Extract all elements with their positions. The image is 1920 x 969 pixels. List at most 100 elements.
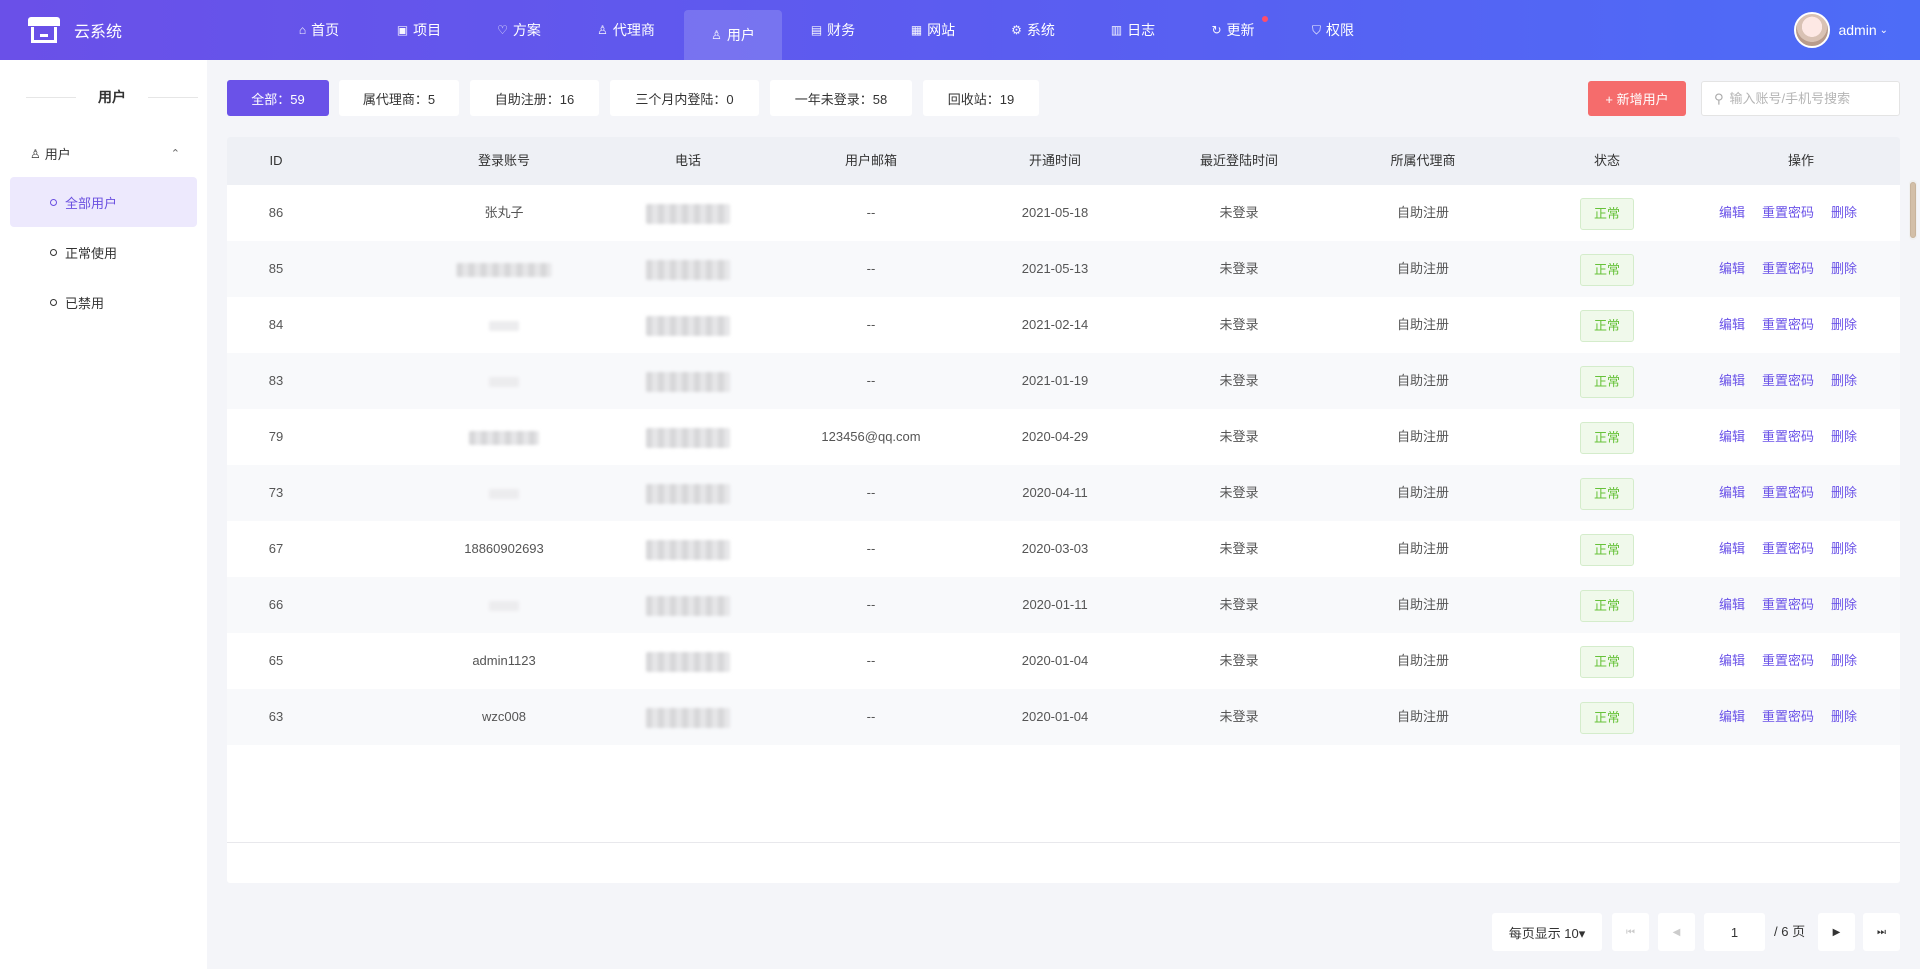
nav-item-logs[interactable]: ▥ 日志 (1084, 0, 1182, 60)
filter-tab-agent[interactable]: 属代理商：5 (339, 80, 459, 116)
sidebar-group-users[interactable]: ♙ 用户 ⌃ (30, 144, 180, 163)
nav-item-system[interactable]: ⚙ 系统 (984, 0, 1082, 60)
prev-page-button[interactable]: ◀ (1658, 913, 1695, 951)
column-header-phone[interactable]: 电话 (675, 137, 701, 185)
nav-item-plans[interactable]: ♡ 方案 (470, 0, 568, 60)
reset-password-link[interactable]: 重置密码 (1762, 465, 1814, 521)
cell-last-login: 未登录 (1219, 429, 1259, 444)
reset-password-link[interactable]: 重置密码 (1762, 409, 1814, 465)
delete-link[interactable]: 删除 (1831, 297, 1857, 353)
sidebar-item-active-users[interactable]: 正常使用 (10, 227, 197, 277)
user-name[interactable]: admin (1838, 22, 1876, 38)
top-navbar: 云系统 ⌂ 首页 ▣ 项目 ♡ 方案 ♙ 代理商 ♙ 用户 ▤ 财务 ▦ 网站 (0, 0, 1920, 60)
nav-item-projects[interactable]: ▣ 项目 (370, 0, 468, 60)
search-input[interactable] (1729, 91, 1890, 106)
edit-link[interactable]: 编辑 (1719, 521, 1745, 577)
last-page-button[interactable]: ⏭ (1863, 913, 1900, 951)
column-header-email[interactable]: 用户邮箱 (845, 137, 897, 185)
column-header-status[interactable]: 状态 (1594, 137, 1620, 185)
row-actions: 编辑 重置密码 删除 (1719, 185, 1874, 241)
nav-item-agents[interactable]: ♙ 代理商 (570, 0, 682, 60)
column-header-id[interactable]: ID (270, 137, 283, 185)
cell-agent: 自助注册 (1396, 653, 1450, 668)
reset-password-link[interactable]: 重置密码 (1762, 185, 1814, 241)
filter-tab-all[interactable]: 全部：59 (227, 80, 329, 116)
edit-link[interactable]: 编辑 (1719, 689, 1745, 745)
reset-password-link[interactable]: 重置密码 (1762, 353, 1814, 409)
cell-account (456, 241, 552, 297)
reset-password-link[interactable]: 重置密码 (1762, 521, 1814, 577)
sidebar-item-disabled-users[interactable]: 已禁用 (10, 277, 197, 327)
table-row: 85 -- 2021-05-13 未登录 自助注册 正常 编辑 重置密码 删除 (227, 241, 1900, 297)
delete-link[interactable]: 删除 (1831, 465, 1857, 521)
layout-icon: ▦ (910, 23, 923, 37)
nav-label: 系统 (1026, 22, 1055, 38)
reset-password-link[interactable]: 重置密码 (1762, 577, 1814, 633)
filter-tab-recycle-bin[interactable]: 回收站：19 (923, 80, 1039, 116)
redacted-account (489, 488, 519, 499)
first-page-button[interactable]: ⏮ (1612, 913, 1649, 951)
cell-last-login: 未登录 (1219, 541, 1259, 556)
edit-link[interactable]: 编辑 (1719, 577, 1745, 633)
edit-link[interactable]: 编辑 (1719, 353, 1745, 409)
search-box[interactable]: ⚲ (1701, 81, 1900, 116)
cell-account (489, 577, 519, 633)
chevron-down-icon[interactable]: ⌄ (1880, 25, 1888, 36)
chevron-up-icon[interactable]: ⌃ (171, 147, 180, 160)
filter-tab-inactive-year[interactable]: 一年未登录：58 (770, 80, 912, 116)
scrollbar-thumb[interactable] (1910, 182, 1916, 238)
delete-link[interactable]: 删除 (1831, 689, 1857, 745)
cell-id: 67 (268, 541, 284, 556)
cell-last-login: 未登录 (1219, 597, 1259, 612)
delete-link[interactable]: 删除 (1831, 241, 1857, 297)
reset-password-link[interactable]: 重置密码 (1762, 689, 1814, 745)
nav-item-users[interactable]: ♙ 用户 (684, 10, 782, 60)
avatar[interactable] (1794, 12, 1831, 48)
edit-link[interactable]: 编辑 (1719, 185, 1745, 241)
brand[interactable]: 云系统 (28, 14, 122, 46)
edit-link[interactable]: 编辑 (1719, 297, 1745, 353)
cell-agent: 自助注册 (1396, 541, 1450, 556)
delete-link[interactable]: 删除 (1831, 353, 1857, 409)
nav-item-website[interactable]: ▦ 网站 (884, 0, 982, 60)
sidebar-item-label: 已禁用 (65, 295, 105, 311)
page-number-input[interactable] (1704, 913, 1765, 951)
delete-link[interactable]: 删除 (1831, 521, 1857, 577)
cell-status: 正常 (1580, 353, 1634, 409)
filter-tab-self-registered[interactable]: 自助注册：16 (470, 80, 599, 116)
reset-password-link[interactable]: 重置密码 (1762, 633, 1814, 689)
nav-item-updates[interactable]: ↻ 更新 (1184, 0, 1282, 60)
status-badge: 正常 (1580, 645, 1634, 678)
edit-link[interactable]: 编辑 (1719, 633, 1745, 689)
delete-link[interactable]: 删除 (1831, 185, 1857, 241)
nav-item-home[interactable]: ⌂ 首页 (270, 0, 368, 60)
column-header-last-login[interactable]: 最近登陆时间 (1200, 137, 1278, 185)
user-menu[interactable]: admin ⌄ (1794, 12, 1888, 48)
page-size-select[interactable]: 每页显示 10▾ (1492, 913, 1602, 951)
add-user-button[interactable]: + 新增用户 (1588, 81, 1686, 116)
reset-password-link[interactable]: 重置密码 (1762, 297, 1814, 353)
delete-link[interactable]: 删除 (1831, 633, 1857, 689)
sidebar-item-all-users[interactable]: 全部用户 (10, 177, 197, 227)
delete-link[interactable]: 删除 (1831, 409, 1857, 465)
filter-tab-recent-login[interactable]: 三个月内登陆：0 (610, 80, 759, 116)
cell-last-login: 未登录 (1219, 653, 1259, 668)
reset-password-link[interactable]: 重置密码 (1762, 241, 1814, 297)
column-header-agent[interactable]: 所属代理商 (1390, 137, 1455, 185)
edit-link[interactable]: 编辑 (1719, 241, 1745, 297)
next-page-button[interactable]: ▶ (1818, 913, 1855, 951)
redacted-account (469, 430, 539, 445)
edit-link[interactable]: 编辑 (1719, 465, 1745, 521)
nav-item-finance[interactable]: ▤ 财务 (784, 0, 882, 60)
redacted-account (489, 600, 519, 611)
cell-id: 73 (268, 485, 284, 500)
cell-status: 正常 (1580, 577, 1634, 633)
delete-link[interactable]: 删除 (1831, 577, 1857, 633)
cell-opened: 2021-01-19 (1021, 373, 1089, 388)
nav-item-permissions[interactable]: ⛉ 权限 (1284, 0, 1382, 60)
edit-link[interactable]: 编辑 (1719, 409, 1745, 465)
cell-opened: 2020-01-04 (1021, 709, 1089, 724)
redacted-account (489, 376, 519, 387)
column-header-account[interactable]: 登录账号 (478, 137, 530, 185)
column-header-opened[interactable]: 开通时间 (1029, 137, 1081, 185)
